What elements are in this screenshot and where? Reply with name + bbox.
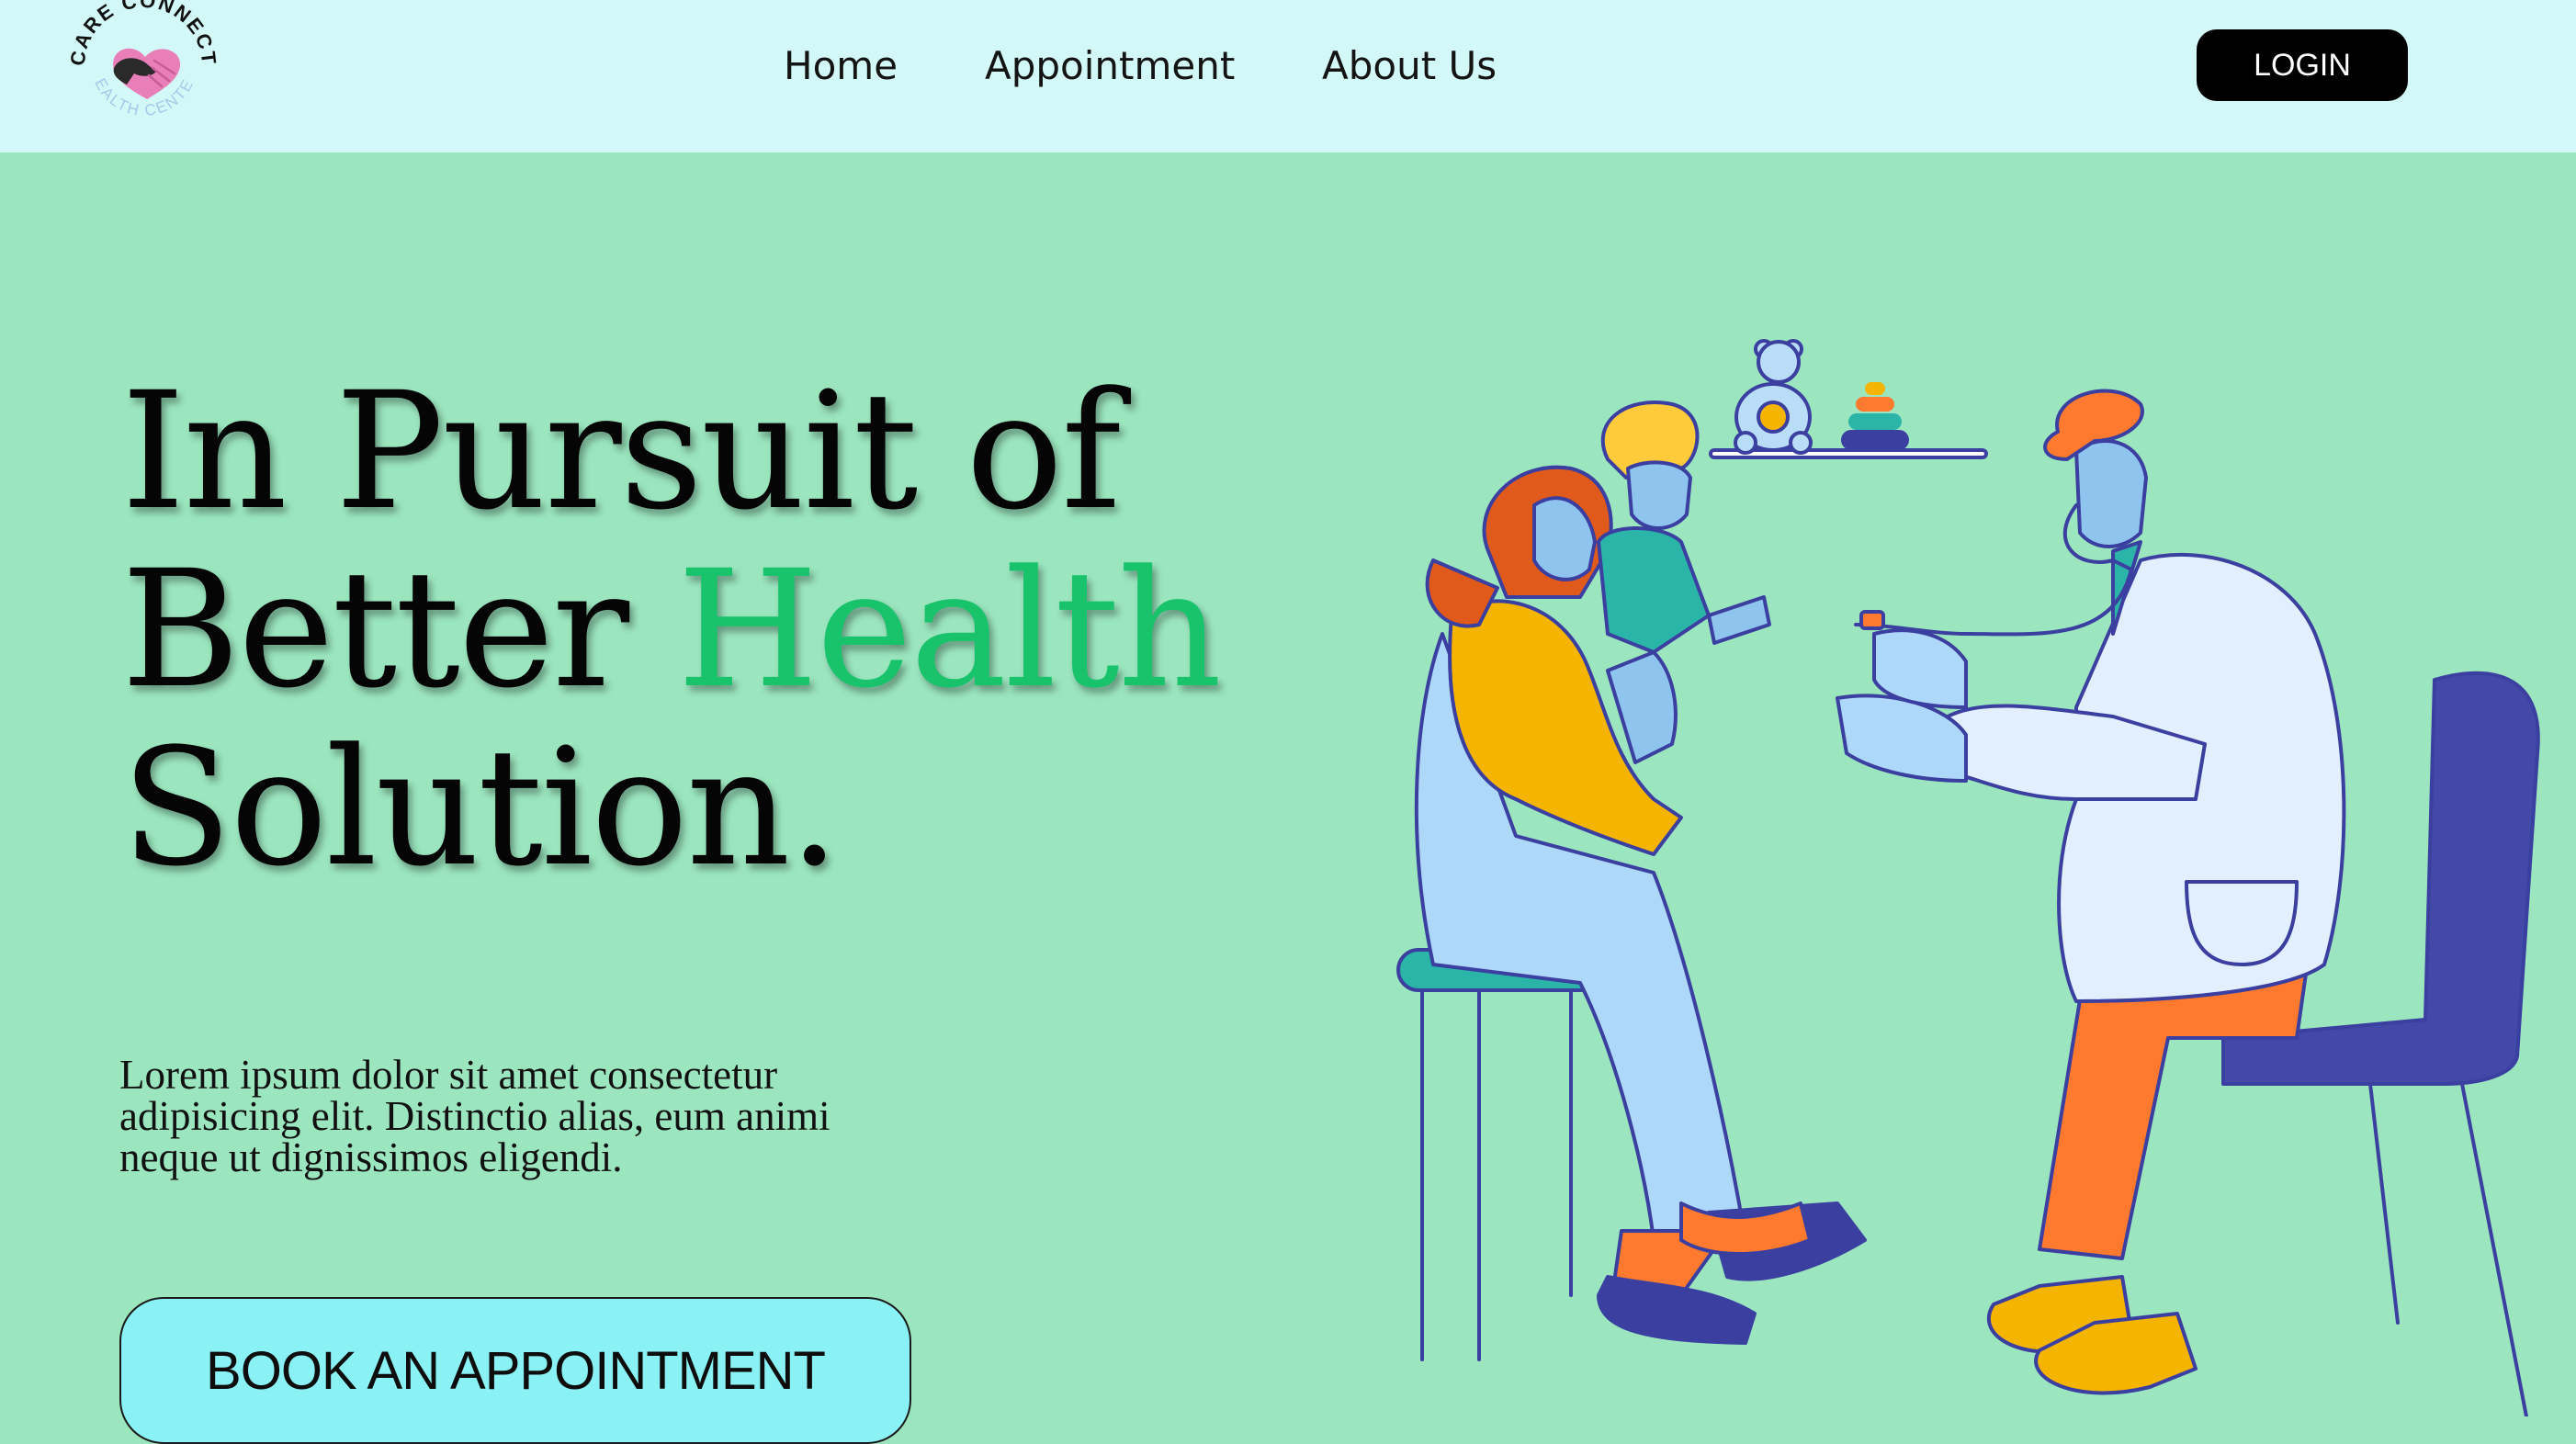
nav-appointment[interactable]: Appointment [985,39,1235,94]
hero-title: In Pursuit of Better Health Solution. [121,363,1222,897]
navbar: CARE CONNECT HEALTH CENTER Home Appointm… [0,0,2576,152]
hero-title-line2a: Better [121,536,678,724]
stacking-toy-icon [1841,382,1909,450]
login-button[interactable]: LOGIN [2197,29,2408,101]
main-nav: Home Appointment About Us [0,39,2576,94]
patient-chair [1396,948,1602,1361]
hero-title-line3: Solution. [121,714,840,902]
teddy-bear-icon [1734,339,1813,455]
hero-description: Lorem ipsum dolor sit amet consectetur a… [119,1052,830,1180]
hero-title-line1: In Pursuit of [121,357,1121,546]
book-appointment-button[interactable]: BOOK AN APPOINTMENT [119,1297,911,1444]
nav-about-us[interactable]: About Us [1322,39,1497,94]
doctor-figure [1836,389,2346,1395]
nav-home[interactable]: Home [784,39,898,94]
hero-title-accent: Health [677,536,1222,724]
doctor-examining-child-illustration [1396,339,2540,1416]
